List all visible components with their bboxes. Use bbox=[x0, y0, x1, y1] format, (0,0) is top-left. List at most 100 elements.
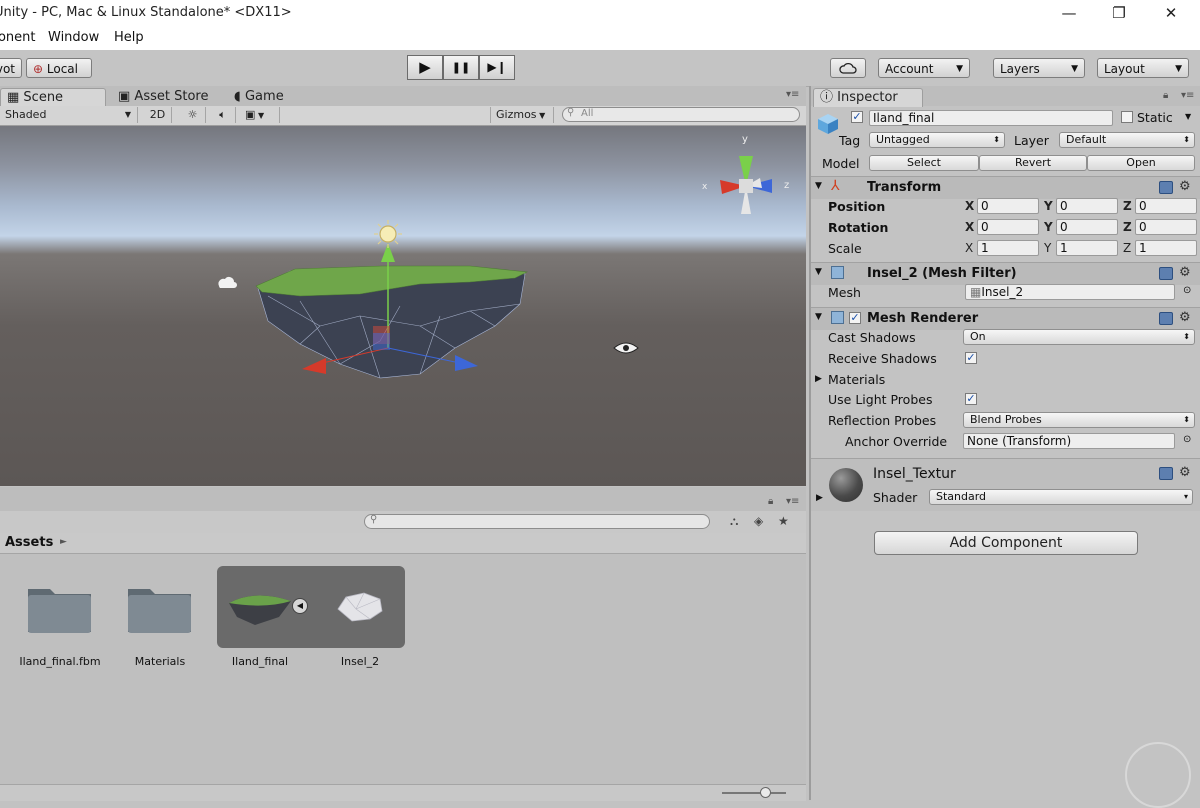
eye-icon[interactable] bbox=[613, 342, 639, 354]
object-picker-icon[interactable]: ⊙ bbox=[1183, 285, 1191, 296]
object-name-field[interactable]: Iland_final bbox=[869, 110, 1113, 126]
mesh-filter-header[interactable]: ▼ Insel_2 (Mesh Filter) ⚙ bbox=[811, 262, 1200, 285]
orientation-gizmo[interactable] bbox=[720, 156, 772, 214]
gear-icon[interactable]: ⚙ bbox=[1179, 179, 1191, 194]
add-component-button[interactable]: Add Component bbox=[874, 531, 1138, 555]
model-revert-button[interactable]: Revert bbox=[979, 155, 1087, 171]
expand-arrow-icon[interactable]: ▶ bbox=[815, 374, 822, 384]
transform-header[interactable]: ▼ ⅄ Transform ⚙ bbox=[811, 176, 1200, 199]
lock-icon[interactable]: 🔒︎ bbox=[768, 496, 773, 507]
help-book-icon[interactable] bbox=[1159, 267, 1173, 280]
layout-dropdown[interactable]: Layout ▼ bbox=[1097, 58, 1189, 78]
breadcrumb-assets[interactable]: Assets bbox=[5, 535, 53, 550]
material-sphere-preview bbox=[829, 468, 863, 502]
lock-icon[interactable]: 🔒︎ bbox=[1163, 90, 1168, 101]
z-label: Z bbox=[1123, 199, 1132, 213]
lighting-toggle[interactable]: ☼ bbox=[180, 107, 206, 123]
local-toggle[interactable]: ⊕ Local bbox=[26, 58, 92, 78]
layers-dropdown[interactable]: Layers ▼ bbox=[993, 58, 1085, 78]
mesh-object-field[interactable]: ▦Insel_2 bbox=[965, 284, 1175, 300]
menu-help[interactable]: Help bbox=[114, 30, 144, 45]
receive-shadows-checkbox[interactable]: ✓ bbox=[965, 352, 977, 364]
project-search-input[interactable]: ⚲ bbox=[364, 514, 710, 529]
chevron-down-icon[interactable]: ▼ bbox=[1185, 112, 1191, 121]
audio-source-icon[interactable] bbox=[218, 277, 237, 288]
scale-z-field[interactable]: 1 bbox=[1135, 240, 1197, 256]
model-select-button[interactable]: Select bbox=[869, 155, 979, 171]
help-book-icon[interactable] bbox=[1159, 181, 1173, 194]
panel-menu-icon[interactable]: ▾≡ bbox=[786, 496, 799, 507]
help-book-icon[interactable] bbox=[1159, 467, 1173, 480]
gear-icon[interactable]: ⚙ bbox=[1179, 310, 1191, 325]
globe-icon: ⊕ bbox=[33, 62, 44, 76]
account-dropdown[interactable]: Account ▼ bbox=[878, 58, 970, 78]
reflection-probes-dropdown[interactable]: Blend Probes ⬍ bbox=[963, 412, 1195, 428]
static-checkbox[interactable] bbox=[1121, 111, 1133, 123]
scale-x-field[interactable]: 1 bbox=[977, 240, 1039, 256]
cloud-button[interactable] bbox=[830, 58, 866, 78]
tab-inspector[interactable]: ⓘ Inspector bbox=[813, 88, 923, 107]
menu-window[interactable]: Window bbox=[48, 30, 99, 45]
effects-dropdown[interactable]: ▣ ▼ bbox=[240, 107, 280, 123]
shading-mode-dropdown[interactable]: Shaded ▼ bbox=[0, 107, 138, 123]
pause-button[interactable]: ❚❚ bbox=[443, 55, 479, 80]
gear-icon[interactable]: ⚙ bbox=[1179, 465, 1191, 480]
object-picker-icon[interactable]: ⊙ bbox=[1183, 434, 1191, 445]
position-y-field[interactable]: 0 bbox=[1056, 198, 1118, 214]
cast-shadows-dropdown[interactable]: On ⬍ bbox=[963, 329, 1195, 345]
gizmos-dropdown[interactable]: Gizmos ▼ bbox=[490, 107, 554, 123]
rotation-z-field[interactable]: 0 bbox=[1135, 219, 1197, 235]
tab-game[interactable]: ◖ Game bbox=[228, 88, 290, 106]
pivot-toggle[interactable]: Pivot bbox=[0, 58, 22, 78]
collapse-arrow-icon[interactable]: ◀ bbox=[292, 598, 308, 614]
layout-label: Layout bbox=[1104, 62, 1145, 76]
layer-dropdown[interactable]: Default ⬍ bbox=[1059, 132, 1195, 148]
favorite-star-icon[interactable]: ★ bbox=[778, 514, 789, 528]
scene-canvas bbox=[218, 156, 772, 379]
icon-size-slider[interactable] bbox=[722, 792, 786, 794]
panel-menu-icon[interactable]: ▾≡ bbox=[786, 89, 799, 100]
speaker-icon: 🔈︎ bbox=[219, 108, 226, 121]
shader-dropdown[interactable]: Standard ▾ bbox=[929, 489, 1193, 505]
materials-label[interactable]: Materials bbox=[828, 372, 885, 387]
help-book-icon[interactable] bbox=[1159, 312, 1173, 325]
slider-handle[interactable] bbox=[760, 787, 771, 798]
mesh-renderer-enabled-checkbox[interactable]: ✓ bbox=[849, 312, 861, 324]
gizmo-x-label: x bbox=[702, 182, 708, 192]
step-button[interactable]: ▶❙ bbox=[479, 55, 515, 80]
position-x-field[interactable]: 0 bbox=[977, 198, 1039, 214]
gear-icon[interactable]: ⚙ bbox=[1179, 265, 1191, 280]
anchor-override-field[interactable]: None (Transform) bbox=[963, 433, 1175, 449]
y-label: Y bbox=[1044, 220, 1053, 234]
tab-scene[interactable]: ▦ Scene bbox=[0, 88, 106, 107]
minimize-button[interactable]: — bbox=[1046, 0, 1092, 28]
play-button[interactable]: ▶ bbox=[407, 55, 443, 80]
scale-y-field[interactable]: 1 bbox=[1056, 240, 1118, 256]
filter-by-label-icon[interactable]: ◈ bbox=[754, 514, 763, 528]
folder-icon bbox=[28, 589, 91, 633]
panel-menu-icon[interactable]: ▾≡ bbox=[1181, 90, 1194, 101]
tag-dropdown[interactable]: Untagged ⬍ bbox=[869, 132, 1005, 148]
mesh-renderer-header[interactable]: ▼ ✓ Mesh Renderer ⚙ bbox=[811, 307, 1200, 330]
close-button[interactable]: ✕ bbox=[1148, 0, 1194, 28]
tab-inspector-label: Inspector bbox=[837, 90, 898, 105]
active-checkbox[interactable]: ✓ bbox=[851, 111, 863, 123]
use-light-probes-checkbox[interactable]: ✓ bbox=[965, 393, 977, 405]
audio-toggle[interactable]: 🔈︎ bbox=[210, 107, 236, 123]
position-z-field[interactable]: 0 bbox=[1135, 198, 1197, 214]
scene-search-input[interactable]: ⚲ All bbox=[562, 107, 800, 122]
expand-arrow-icon[interactable]: ▶ bbox=[816, 493, 823, 503]
chevron-updown-icon: ⬍ bbox=[1183, 415, 1190, 424]
2d-toggle[interactable]: 2D bbox=[144, 107, 172, 123]
gizmo-y-label: y bbox=[742, 134, 748, 145]
rotation-x-field[interactable]: 0 bbox=[977, 219, 1039, 235]
select-label: Select bbox=[907, 156, 941, 169]
filter-by-type-icon[interactable]: ⛬ bbox=[730, 514, 738, 529]
model-open-button[interactable]: Open bbox=[1087, 155, 1195, 171]
rotation-y-field[interactable]: 0 bbox=[1056, 219, 1118, 235]
scene-viewport[interactable]: y z x bbox=[0, 126, 806, 486]
island-mesh[interactable] bbox=[255, 265, 529, 379]
tab-asset-store[interactable]: ▣ Asset Store bbox=[112, 88, 214, 106]
maximize-button[interactable]: ❐ bbox=[1096, 0, 1142, 28]
menu-component[interactable]: Component bbox=[0, 30, 35, 45]
